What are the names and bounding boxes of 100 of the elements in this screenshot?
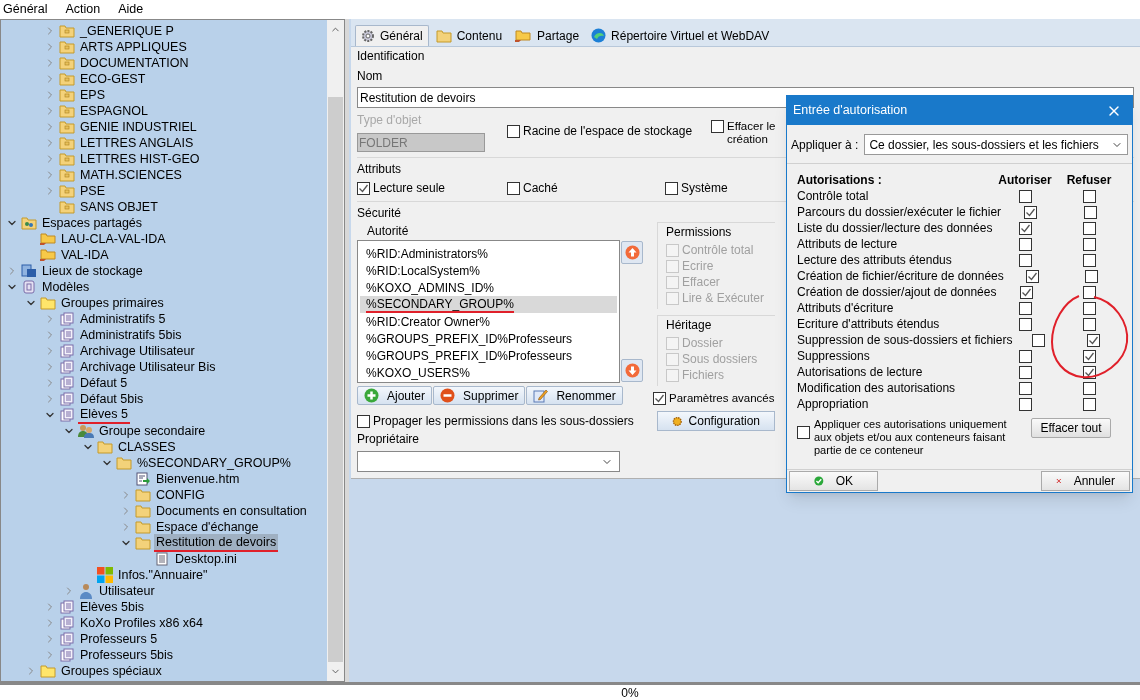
checkbox[interactable] bbox=[1018, 301, 1032, 315]
menu-item[interactable]: Général bbox=[0, 0, 51, 19]
authority-item[interactable]: %KOXO_USERS% bbox=[360, 364, 617, 381]
checkbox[interactable] bbox=[1082, 253, 1096, 267]
tree-item[interactable]: Professeurs 5bis bbox=[78, 647, 176, 663]
ok-button[interactable]: OK bbox=[789, 471, 878, 491]
tree-item[interactable]: GENIE INDUSTRIEL bbox=[78, 119, 199, 135]
apply-select[interactable]: Ce dossier, les sous-dossiers et les fichiers bbox=[864, 134, 1128, 155]
tree-item[interactable]: KoXo Profiles x86 x64 bbox=[78, 615, 205, 631]
tree-item[interactable]: Défaut 5 bbox=[78, 375, 130, 391]
checkbox[interactable] bbox=[1020, 285, 1034, 299]
tree-item[interactable]: Administratifs 5bis bbox=[78, 327, 184, 343]
tree-item[interactable]: Elèves 5 bbox=[78, 406, 130, 424]
tree-item[interactable]: ESPAGNOL bbox=[78, 103, 150, 119]
tree-item[interactable]: Professeurs 5 bbox=[78, 631, 160, 647]
action-button[interactable]: Supprimer bbox=[433, 386, 526, 405]
action-button[interactable]: Renommer bbox=[526, 386, 623, 405]
checkbox[interactable] bbox=[1082, 237, 1096, 251]
tree-item[interactable]: Défaut 5bis bbox=[78, 391, 146, 407]
checkbox[interactable] bbox=[1023, 205, 1037, 219]
checkbox[interactable] bbox=[1082, 221, 1096, 235]
authority-item[interactable]: %RID:Administrators% bbox=[360, 245, 617, 262]
tree-item[interactable]: Desktop.ini bbox=[173, 551, 239, 567]
tree-item[interactable]: Elèves 5bis bbox=[78, 599, 146, 615]
tree-item[interactable]: Archivage Utilisateur bbox=[78, 343, 197, 359]
checkbox[interactable] bbox=[1025, 269, 1039, 283]
tree-item[interactable]: Administratifs 5 bbox=[78, 311, 168, 327]
tree-item[interactable]: Archivage Utilisateur Bis bbox=[78, 359, 218, 375]
checkbox[interactable] bbox=[1018, 317, 1032, 331]
checkbox[interactable] bbox=[653, 392, 666, 405]
tree-item[interactable]: Groupes primaires bbox=[59, 295, 166, 311]
checkbox[interactable] bbox=[1085, 269, 1098, 283]
checkbox[interactable] bbox=[1018, 397, 1032, 411]
checkbox[interactable] bbox=[1082, 397, 1096, 411]
owner-select[interactable] bbox=[357, 451, 620, 472]
tree-item[interactable]: Espace d'échange bbox=[154, 519, 261, 535]
scroll-thumb[interactable] bbox=[328, 97, 343, 662]
checkbox[interactable] bbox=[1087, 333, 1101, 347]
scrollbar[interactable] bbox=[327, 20, 344, 681]
tree-item[interactable]: VAL-IDA bbox=[59, 247, 111, 263]
tree-item[interactable]: LETTRES ANGLAIS bbox=[78, 135, 196, 151]
authority-item[interactable]: %GROUPS_PREFIX_ID%Professeurs bbox=[360, 347, 617, 364]
checkbox[interactable] bbox=[507, 125, 520, 138]
cancel-button[interactable]: Annuler bbox=[1041, 471, 1130, 491]
checkbox[interactable] bbox=[1018, 221, 1032, 235]
tree-item[interactable]: Modèles bbox=[40, 279, 92, 295]
authority-item[interactable]: %KOXO_ADMINS_ID% bbox=[360, 279, 617, 296]
move-down-button[interactable] bbox=[621, 359, 643, 382]
clear-all-button[interactable]: Effacer tout bbox=[1031, 418, 1111, 438]
tree-item[interactable]: Lieux de stockage bbox=[40, 263, 145, 279]
tree-item[interactable]: CLASSES bbox=[116, 439, 178, 455]
checkbox[interactable] bbox=[357, 182, 370, 195]
tree-item[interactable]: CONFIG bbox=[154, 487, 207, 503]
tree-item[interactable]: Documents en consultation bbox=[154, 503, 309, 519]
checkbox[interactable] bbox=[1082, 301, 1096, 315]
checkbox[interactable] bbox=[711, 120, 724, 133]
authority-item[interactable]: %GROUPS_PREFIX_ID%Professeurs bbox=[360, 330, 617, 347]
authority-item[interactable]: %RID:Creator Owner% bbox=[360, 313, 617, 330]
tree-item[interactable]: Bienvenue.htm bbox=[154, 471, 242, 487]
authority-item[interactable]: %SECONDARY_GROUP% bbox=[360, 296, 617, 313]
checkbox[interactable] bbox=[797, 426, 810, 439]
checkbox[interactable] bbox=[1018, 381, 1032, 395]
tree-item[interactable]: EPS bbox=[78, 87, 107, 103]
checkbox[interactable] bbox=[1082, 317, 1096, 331]
checkbox[interactable] bbox=[1018, 253, 1032, 267]
checkbox[interactable] bbox=[665, 182, 678, 195]
menu-item[interactable]: Aide bbox=[115, 0, 147, 19]
menu-item[interactable]: Action bbox=[62, 0, 104, 19]
checkbox[interactable] bbox=[1082, 349, 1096, 363]
checkbox[interactable] bbox=[1018, 349, 1032, 363]
tree-item[interactable]: Restitution de devoirs bbox=[154, 534, 279, 552]
tree-item[interactable]: ARTS APPLIQUES bbox=[78, 39, 189, 55]
tree-item[interactable]: _GENERIQUE P bbox=[78, 23, 176, 39]
tree-item[interactable]: Infos."Annuaire" bbox=[116, 567, 210, 583]
configuration-button[interactable]: Configuration bbox=[657, 411, 775, 431]
tree-item[interactable]: Groupes spéciaux bbox=[59, 663, 164, 679]
checkbox[interactable] bbox=[1083, 285, 1097, 299]
tab[interactable]: Général bbox=[355, 25, 429, 46]
tree-item[interactable]: ECO-GEST bbox=[78, 71, 148, 87]
tab[interactable]: Partage bbox=[509, 25, 585, 46]
checkbox[interactable] bbox=[1018, 189, 1032, 203]
action-button[interactable]: Ajouter bbox=[357, 386, 433, 405]
checkbox[interactable] bbox=[507, 182, 520, 195]
tree-item[interactable]: MATH.SCIENCES bbox=[78, 167, 184, 183]
checkbox[interactable] bbox=[1084, 205, 1098, 219]
checkbox[interactable] bbox=[1082, 189, 1096, 203]
tree-item[interactable]: %SECONDARY_GROUP% bbox=[135, 455, 293, 471]
authority-item[interactable]: %RID:LocalSystem% bbox=[360, 262, 617, 279]
checkbox[interactable] bbox=[1018, 365, 1032, 379]
checkbox[interactable] bbox=[357, 415, 370, 428]
tree-item[interactable]: LETTRES HIST-GEO bbox=[78, 151, 202, 167]
checkbox[interactable] bbox=[1032, 333, 1046, 347]
tab[interactable]: Contenu bbox=[430, 25, 508, 46]
tree-item[interactable]: Groupe secondaire bbox=[97, 423, 208, 439]
tree-item[interactable]: Utilisateur bbox=[97, 583, 157, 599]
tree-item[interactable]: Espaces partagés bbox=[40, 215, 145, 231]
tree-item[interactable]: LAU-CLA-VAL-IDA bbox=[59, 231, 168, 247]
tab[interactable]: Répertoire Virtuel et WebDAV bbox=[586, 25, 775, 46]
move-up-button[interactable] bbox=[621, 241, 643, 264]
tree-item[interactable]: DOCUMENTATION bbox=[78, 55, 191, 71]
